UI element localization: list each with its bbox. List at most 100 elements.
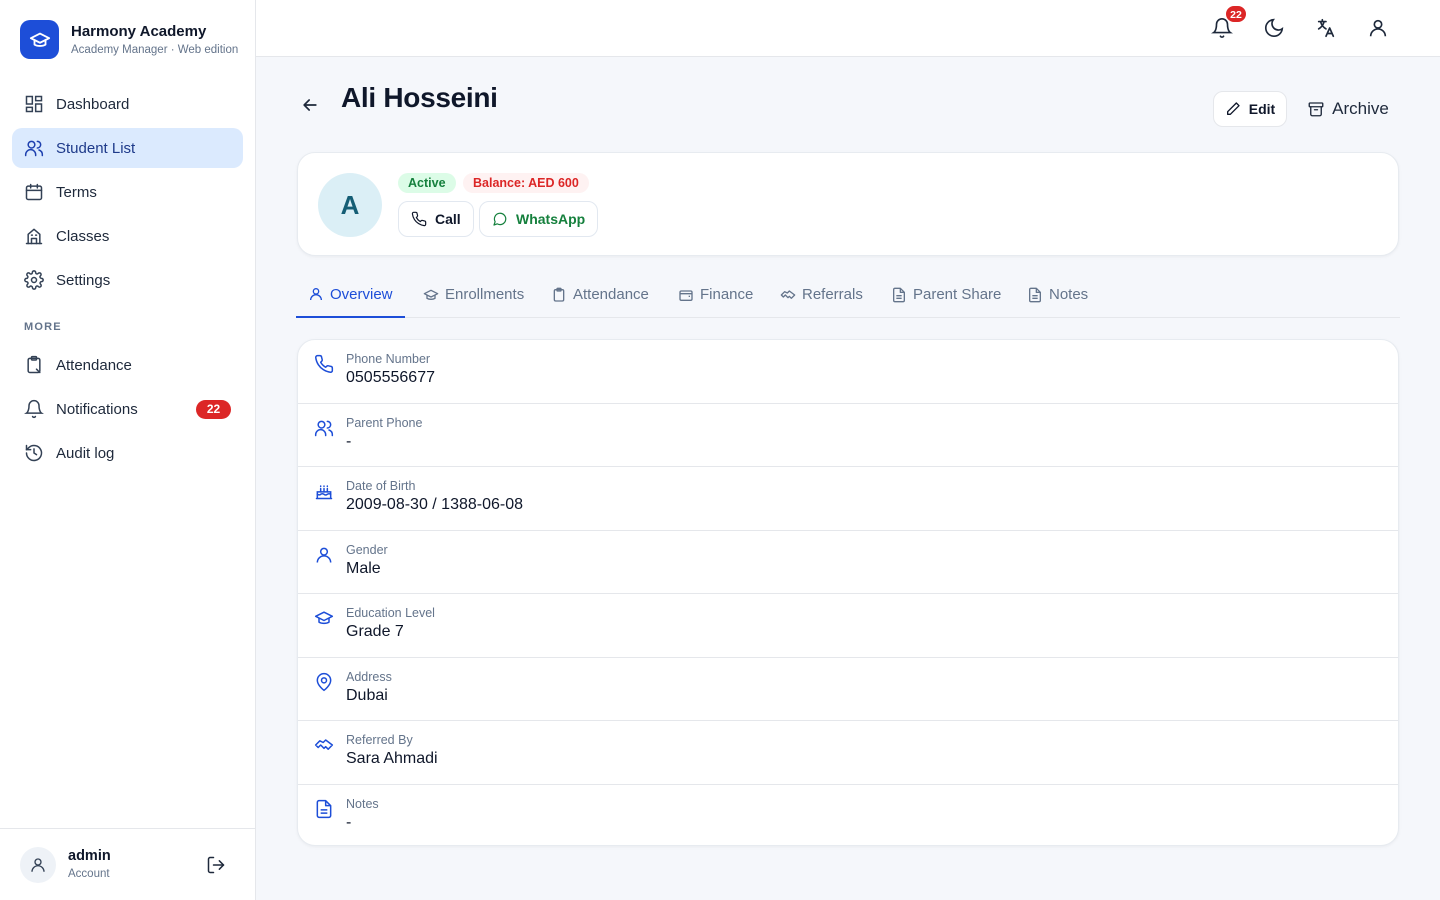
detail-row-date-of-birth: Date of Birth 2009-08-30 / 1388-06-08 [298, 467, 1398, 531]
brand-name: Harmony Academy [71, 22, 207, 40]
tab-notes[interactable]: Notes [1015, 272, 1100, 317]
document-icon [893, 287, 905, 302]
detail-value: Sara Ahmadi [346, 750, 438, 767]
pencil-icon [1226, 102, 1240, 115]
back-arrow-icon[interactable] [300, 95, 320, 115]
sidebar-item-label: Classes [56, 227, 110, 245]
tab-label: Overview [330, 285, 393, 303]
user-icon[interactable] [1367, 17, 1389, 39]
avatar[interactable] [20, 847, 56, 883]
clipboard-icon [27, 355, 41, 374]
tab-label: Referrals [802, 286, 863, 303]
call-button[interactable]: Call [398, 201, 474, 237]
gear-icon [24, 270, 44, 290]
tab-attendance[interactable]: Attendance [539, 272, 661, 317]
sidebar: Harmony Academy Academy Manager · Web ed… [0, 0, 256, 900]
account-name: admin [68, 848, 111, 864]
calendar-icon [25, 183, 43, 201]
tab-label: Finance [700, 286, 754, 303]
notification-count-badge: 22 [196, 400, 231, 419]
phone-icon [315, 354, 334, 373]
document-icon [1029, 287, 1041, 302]
cake-icon [315, 485, 333, 500]
sidebar-item-dashboard[interactable]: Dashboard [12, 84, 243, 124]
sidebar-item-label: Audit log [56, 444, 115, 462]
detail-value: - [346, 813, 352, 831]
detail-row-notes: Notes - [298, 785, 1398, 846]
edit-button[interactable]: Edit [1213, 91, 1287, 127]
detail-row-education-level: Education Level Grade 7 [298, 594, 1398, 658]
sidebar-item-notifications[interactable]: Notifications 22 [12, 389, 243, 429]
sidebar-item-student-list[interactable]: Student List [12, 128, 243, 168]
sidebar-item-audit-log[interactable]: Audit log [12, 433, 243, 473]
sidebar-item-label: Terms [56, 183, 97, 201]
handshake-icon [780, 289, 796, 299]
map-pin-icon [316, 672, 332, 691]
logout-icon[interactable] [206, 855, 226, 875]
archive-button[interactable]: Archive [1300, 91, 1396, 127]
wallet-icon [679, 289, 693, 301]
tab-label: Notes [1049, 286, 1089, 303]
clipboard-icon [553, 287, 565, 302]
detail-label: Address [346, 669, 392, 684]
edit-label: Edit [1248, 101, 1276, 117]
tab-label: Attendance [573, 286, 649, 303]
sidebar-item-label: Dashboard [56, 95, 130, 113]
detail-label: Referred By [346, 733, 413, 747]
page-title: Ali Hosseini [341, 82, 498, 113]
sidebar-item-terms[interactable]: Terms [12, 172, 243, 212]
whatsapp-button[interactable]: WhatsApp [479, 201, 599, 237]
users-icon [314, 420, 334, 436]
sidebar-item-label: Student List [56, 139, 136, 157]
brand-subtitle: Academy Manager · Web edition [71, 43, 239, 56]
detail-label: Phone Number [346, 352, 431, 366]
detail-label: Parent Phone [346, 415, 423, 430]
tab-referrals[interactable]: Referrals [768, 272, 875, 317]
detail-row-gender: Gender Male [298, 531, 1398, 594]
detail-label: Gender [346, 542, 388, 557]
detail-value: Male [346, 559, 381, 577]
call-label: Call [435, 211, 461, 227]
user-icon [316, 547, 332, 563]
detail-value: Grade 7 [346, 623, 404, 640]
whatsapp-label: WhatsApp [516, 211, 586, 227]
building-icon [25, 228, 43, 245]
sidebar-item-label: Attendance [56, 356, 132, 374]
graduation-cap-icon [314, 611, 334, 625]
avatar: A [318, 173, 382, 237]
topbar: 22 [256, 0, 1440, 57]
detail-label: Date of Birth [346, 479, 416, 493]
tab-parent-share[interactable]: Parent Share [879, 272, 1013, 317]
user-icon [31, 858, 45, 872]
student-profile-card: A Active Balance: AED 600 Call WhatsApp [297, 152, 1399, 256]
sidebar-item-settings[interactable]: Settings [12, 260, 243, 300]
sidebar-section-label: MORE [24, 321, 62, 333]
moon-icon[interactable] [1263, 17, 1285, 39]
account-panel: admin Account [0, 828, 255, 900]
handshake-icon [314, 739, 334, 750]
detail-row-phone: Phone Number 0505556677 [298, 340, 1398, 404]
archive-label: Archive [1332, 99, 1389, 118]
sidebar-item-label: Notifications [56, 400, 138, 418]
sidebar-item-classes[interactable]: Classes [12, 216, 243, 256]
detail-value: 0505556677 [346, 369, 435, 386]
document-icon [316, 799, 332, 818]
detail-value: Dubai [346, 686, 388, 704]
tab-enrollments[interactable]: Enrollments [411, 272, 536, 317]
graduation-cap-icon [423, 289, 439, 300]
brand[interactable]: Harmony Academy Academy Manager · Web ed… [20, 20, 241, 59]
tab-overview[interactable]: Overview [296, 272, 405, 318]
dashboard-icon [25, 95, 43, 113]
users-icon [24, 140, 44, 157]
account-role: Account [68, 868, 110, 880]
balance-badge: Balance: AED 600 [463, 173, 589, 193]
detail-row-address: Address Dubai [298, 658, 1398, 721]
detail-label: Notes [346, 796, 379, 811]
detail-value: - [346, 432, 352, 450]
sidebar-item-attendance[interactable]: Attendance [12, 345, 243, 385]
sidebar-item-label: Settings [56, 271, 111, 289]
tab-finance[interactable]: Finance [666, 272, 765, 317]
whatsapp-icon [493, 212, 507, 226]
translate-icon[interactable] [1315, 17, 1337, 39]
detail-label: Education Level [346, 606, 435, 620]
